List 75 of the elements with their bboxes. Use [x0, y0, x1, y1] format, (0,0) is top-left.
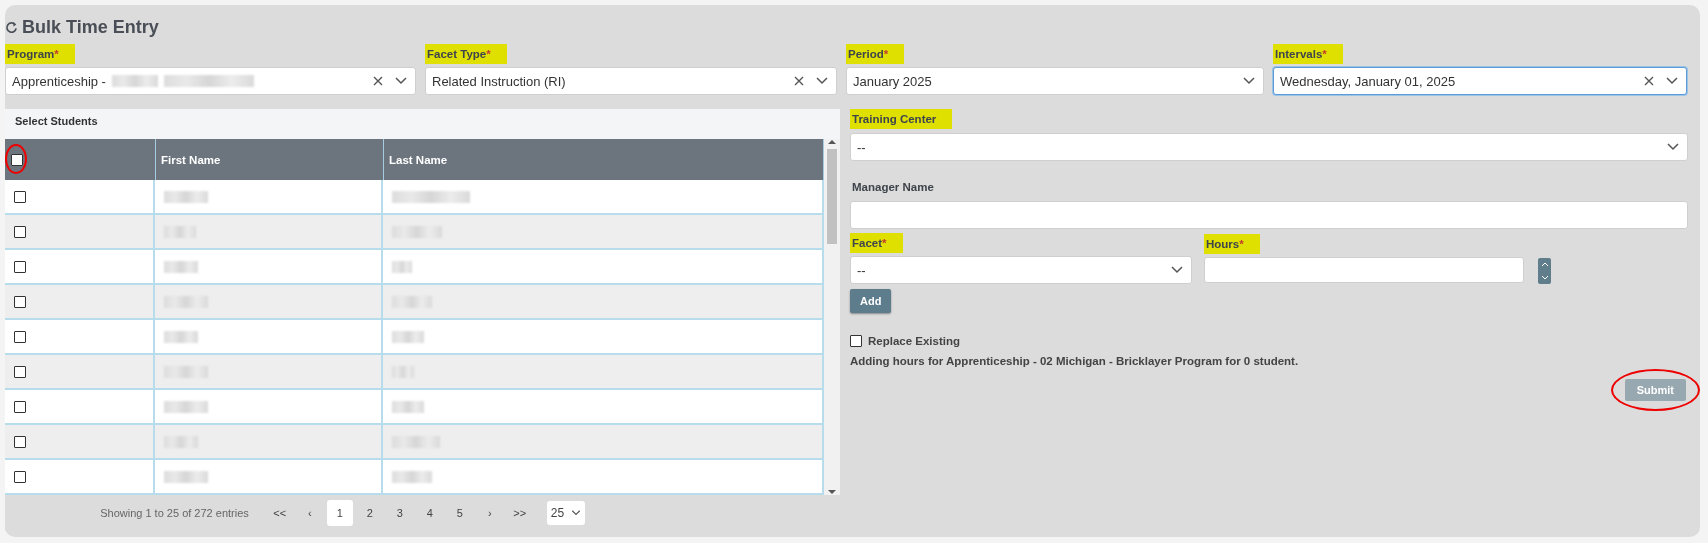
page-button[interactable]: 4 [416, 500, 443, 526]
required-mark: * [883, 48, 889, 60]
clear-icon[interactable] [1644, 76, 1654, 86]
required-mark: * [1322, 48, 1327, 60]
page-title: Bulk Time Entry [22, 17, 159, 38]
row-checkbox[interactable] [14, 365, 26, 378]
row-checkbox[interactable] [14, 435, 26, 448]
summary-text: Adding hours for Apprenticeship - 02 Michigan - Bricklayer Program for 0 student. [850, 355, 1300, 367]
row-checkbox[interactable] [14, 295, 26, 308]
chevron-down-icon [570, 510, 581, 516]
redacted-text [164, 400, 208, 413]
select-all-checkbox[interactable] [11, 153, 23, 166]
redacted-text [164, 260, 198, 273]
chevron-down-icon[interactable] [1171, 266, 1183, 274]
required-mark: * [1239, 238, 1244, 250]
entries-info: Showing 1 to 25 of 272 entries [100, 507, 249, 519]
page-size-select[interactable]: 25 [546, 501, 585, 525]
row-checkbox[interactable] [14, 225, 26, 238]
select-field[interactable]: -- [850, 256, 1192, 284]
card-title: Select Students [14, 114, 99, 129]
field-label: Hours* [1204, 234, 1260, 254]
chevron-down-icon[interactable] [395, 77, 407, 85]
chevron-down-icon[interactable] [816, 77, 828, 85]
page-button[interactable]: 3 [386, 500, 413, 526]
input-field[interactable] [850, 201, 1688, 229]
select-field[interactable]: Wednesday, January 01, 2025 [1273, 67, 1687, 95]
chevron-up-icon[interactable] [1540, 262, 1549, 267]
checkbox-label: Replace Existing [868, 335, 961, 347]
redacted-text [164, 190, 208, 203]
row-checkbox[interactable] [14, 190, 26, 203]
checkbox[interactable] [850, 335, 862, 347]
row-checkbox[interactable] [14, 400, 26, 413]
chevron-down-icon[interactable] [1666, 77, 1678, 85]
redacted-text [111, 75, 158, 87]
add-button[interactable]: Add [850, 289, 892, 313]
scrollbar[interactable] [824, 139, 840, 495]
field-label: Program* [5, 44, 75, 64]
select-field[interactable]: -- [850, 133, 1688, 161]
field-label: Facet Type* [425, 44, 507, 64]
number-field[interactable] [1204, 257, 1524, 283]
field-label: Intervals* [1273, 44, 1343, 64]
redacted-text [164, 470, 208, 483]
next-page-button[interactable]: › [476, 500, 503, 526]
chevron-down-icon[interactable] [1243, 77, 1255, 85]
clear-icon[interactable] [373, 76, 383, 86]
row-checkbox[interactable] [14, 470, 26, 483]
scrollbar-thumb[interactable] [827, 149, 837, 244]
row-checkbox[interactable] [14, 330, 26, 343]
redacted-text [392, 260, 412, 273]
select-field[interactable]: January 2025 [846, 67, 1264, 95]
page-button[interactable]: 2 [356, 500, 383, 526]
redacted-text [392, 400, 424, 413]
row-checkbox[interactable] [14, 260, 26, 273]
refresh-icon[interactable] [5, 21, 18, 34]
required-mark: * [54, 48, 59, 60]
required-mark: * [882, 237, 887, 249]
field-label: Facet* [850, 233, 903, 253]
previous-page-button[interactable]: ‹ [296, 500, 323, 526]
redacted-text [392, 330, 424, 343]
last-page-button[interactable]: >> [506, 500, 533, 526]
field-label: Manager Name [851, 180, 935, 195]
required-mark: * [486, 48, 491, 60]
clear-icon[interactable] [794, 76, 804, 86]
first-page-button[interactable]: << [266, 500, 293, 526]
page-button[interactable]: 5 [446, 500, 473, 526]
chevron-down-icon[interactable] [1667, 143, 1679, 151]
page-button[interactable]: 1 [326, 500, 353, 526]
field-label: Training Center [850, 109, 953, 129]
redacted-text [164, 330, 198, 343]
field-label: Period* [846, 44, 905, 64]
select-field[interactable]: Related Instruction (RI) [425, 67, 837, 95]
scroll-up-icon[interactable] [828, 139, 836, 145]
redacted-text [392, 470, 432, 483]
spinner-control[interactable] [1538, 258, 1551, 284]
select-field[interactable]: Apprenticeship - [5, 67, 416, 95]
